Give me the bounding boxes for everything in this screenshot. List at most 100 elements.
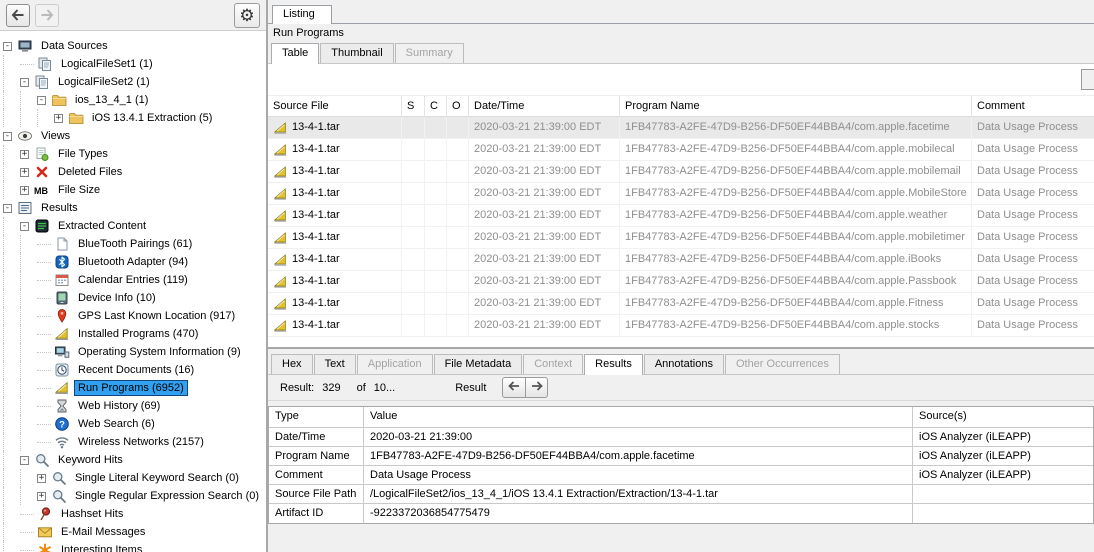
details-row[interactable]: Artifact ID-9223372036854775479 [269, 504, 1093, 523]
table-row[interactable]: 13-4-1.tar2020-03-21 21:39:00 EDT1FB4778… [268, 139, 1094, 161]
expand-icon[interactable]: + [37, 492, 46, 501]
collapse-icon[interactable]: - [37, 96, 46, 105]
details-row[interactable]: Date/Time2020-03-21 21:39:00iOS Analyzer… [269, 428, 1093, 447]
expand-icon[interactable]: + [20, 168, 29, 177]
table-row[interactable]: 13-4-1.tar2020-03-21 21:39:00 EDT1FB4778… [268, 271, 1094, 293]
forward-button[interactable] [35, 4, 59, 27]
tree-item-logicalfileset1-1[interactable]: LogicalFileSet1 (1) [3, 55, 266, 73]
tree-item-views[interactable]: -Views [3, 127, 266, 145]
tree-item-interesting-items[interactable]: Interesting Items [3, 541, 266, 552]
details-tab-hex[interactable]: Hex [271, 354, 313, 374]
program-flag-icon [54, 380, 70, 396]
tree-item-device-info-10[interactable]: Device Info (10) [3, 289, 266, 307]
program-flag-icon [273, 121, 288, 135]
collapse-icon[interactable]: - [3, 132, 12, 141]
details-column-header-source-s-: Source(s) [913, 407, 1093, 427]
tree-item-data-sources[interactable]: -Data Sources [3, 37, 266, 55]
tree-item-single-literal-keyword-search-0[interactable]: +Single Literal Keyword Search (0) [3, 469, 266, 487]
tree-item-run-programs-6952[interactable]: Run Programs (6952) [3, 379, 266, 397]
collapse-icon[interactable]: - [20, 78, 29, 87]
expand-icon[interactable]: + [37, 474, 46, 483]
column-chooser-button[interactable] [1081, 69, 1094, 90]
table-row[interactable]: 13-4-1.tar2020-03-21 21:39:00 EDT1FB4778… [268, 117, 1094, 139]
settings-button[interactable]: ⚙ [234, 3, 260, 28]
tree-item-label: Device Info (10) [75, 291, 159, 305]
tree-item-gps-last-known-location-917[interactable]: GPS Last Known Location (917) [3, 307, 266, 325]
table-row[interactable]: 13-4-1.tar2020-03-21 21:39:00 EDT1FB4778… [268, 315, 1094, 337]
details-tab-text[interactable]: Text [314, 354, 356, 374]
tree-item-installed-programs-470[interactable]: Installed Programs (470) [3, 325, 266, 343]
tree-item-label: LogicalFileSet2 (1) [55, 75, 153, 89]
tree-item-ios-13-4-1-1[interactable]: -ios_13_4_1 (1) [3, 91, 266, 109]
occurrences-cell [447, 315, 469, 336]
tree-item-deleted-files[interactable]: +Deleted Files [3, 163, 266, 181]
tree-item-logicalfileset2-1[interactable]: - LogicalFileSet2 (1) [3, 73, 266, 91]
source-file-name: 13-4-1.tar [292, 165, 340, 177]
next-result-button[interactable] [525, 377, 548, 398]
details-row[interactable]: CommentData Usage ProcessiOS Analyzer (i… [269, 466, 1093, 485]
occurrences-cell [447, 183, 469, 204]
table-row[interactable]: 13-4-1.tar2020-03-21 21:39:00 EDT1FB4778… [268, 183, 1094, 205]
tree-item-file-types[interactable]: +File Types [3, 145, 266, 163]
tree-item-wireless-networks-2157[interactable]: Wireless Networks (2157) [3, 433, 266, 451]
collapse-icon[interactable]: - [3, 42, 12, 51]
tree-item-results[interactable]: -Results [3, 199, 266, 217]
datetime-cell: 2020-03-21 21:39:00 EDT [469, 249, 620, 270]
comment-flag-cell [425, 227, 447, 248]
tree-item-calendar-entries-119[interactable]: Calendar Entries (119) [3, 271, 266, 289]
tree-item-operating-system-information-9[interactable]: Operating System Information (9) [3, 343, 266, 361]
tree-item-e-mail-messages[interactable]: E-Mail Messages [3, 523, 266, 541]
program-flag-icon [273, 297, 288, 311]
expand-icon[interactable]: + [54, 114, 63, 123]
tree-item-single-regular-expression-search-0[interactable]: +Single Regular Expression Search (0) [3, 487, 266, 505]
tree-item-file-size[interactable]: +MBFile Size [3, 181, 266, 199]
tree-item-label: E-Mail Messages [58, 525, 148, 539]
column-header-o[interactable]: O [447, 96, 469, 116]
column-header-comment[interactable]: Comment [972, 96, 1094, 116]
details-tab-annotations[interactable]: Annotations [644, 354, 724, 374]
comment-flag-cell [425, 293, 447, 314]
column-header-s[interactable]: S [402, 96, 425, 116]
column-header-date-time[interactable]: Date/Time [469, 96, 620, 116]
tree-item-recent-documents-16[interactable]: Recent Documents (16) [3, 361, 266, 379]
recent-clock-icon [54, 362, 70, 378]
column-header-program-name[interactable]: Program Name [620, 96, 972, 116]
tree-item-bluetooth-adapter-94[interactable]: Bluetooth Adapter (94) [3, 253, 266, 271]
collapse-icon[interactable]: - [3, 204, 12, 213]
previous-result-button[interactable] [502, 377, 525, 398]
tree-item-label: Interesting Items [58, 543, 145, 552]
pushpin-icon [37, 506, 53, 522]
column-header-c[interactable]: C [425, 96, 447, 116]
comment-cell: Data Usage Process [972, 315, 1094, 336]
source-file-name: 13-4-1.tar [292, 253, 340, 265]
details-row[interactable]: Source File Path/LogicalFileSet2/ios_13_… [269, 485, 1093, 504]
listing-content: Source FileSCODate/TimeProgram NameComme… [268, 63, 1094, 347]
program-flag-icon [273, 253, 288, 267]
collapse-icon[interactable]: - [20, 456, 29, 465]
back-button[interactable] [6, 4, 30, 27]
tree-item-web-search-6[interactable]: ?Web Search (6) [3, 415, 266, 433]
details-tab-results[interactable]: Results [584, 354, 643, 375]
tree-item-bluetooth-pairings-61[interactable]: BlueTooth Pairings (61) [3, 235, 266, 253]
score-cell [402, 161, 425, 182]
tree-item-ios-13-4-1-extraction-5[interactable]: +iOS 13.4.1 Extraction (5) [3, 109, 266, 127]
expand-icon[interactable]: + [20, 150, 29, 159]
table-row[interactable]: 13-4-1.tar2020-03-21 21:39:00 EDT1FB4778… [268, 161, 1094, 183]
collapse-icon[interactable]: - [20, 222, 29, 231]
view-tab-thumbnail[interactable]: Thumbnail [320, 43, 393, 63]
source-file-name: 13-4-1.tar [292, 319, 340, 331]
tree-item-web-history-69[interactable]: Web History (69) [3, 397, 266, 415]
column-header-source-file[interactable]: Source File [268, 96, 402, 116]
table-row[interactable]: 13-4-1.tar2020-03-21 21:39:00 EDT1FB4778… [268, 293, 1094, 315]
tree-item-extracted-content[interactable]: -Extracted Content [3, 217, 266, 235]
expand-icon[interactable]: + [20, 186, 29, 195]
tree-item-keyword-hits[interactable]: -Keyword Hits [3, 451, 266, 469]
table-row[interactable]: 13-4-1.tar2020-03-21 21:39:00 EDT1FB4778… [268, 227, 1094, 249]
tree-item-hashset-hits[interactable]: Hashset Hits [3, 505, 266, 523]
table-row[interactable]: 13-4-1.tar2020-03-21 21:39:00 EDT1FB4778… [268, 205, 1094, 227]
tab-listing[interactable]: Listing [272, 5, 332, 24]
details-tab-file-metadata[interactable]: File Metadata [434, 354, 523, 374]
view-tab-table[interactable]: Table [271, 43, 319, 64]
table-row[interactable]: 13-4-1.tar2020-03-21 21:39:00 EDT1FB4778… [268, 249, 1094, 271]
details-row[interactable]: Program Name1FB47783-A2FE-47D9-B256-DF50… [269, 447, 1093, 466]
